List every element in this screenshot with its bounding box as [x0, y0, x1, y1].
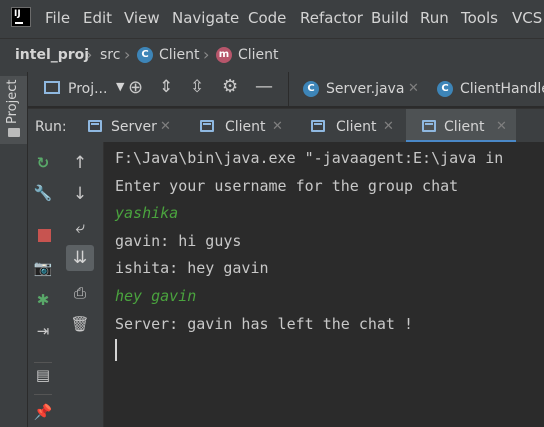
arrow-down-icon[interactable]: ↓ [69, 183, 91, 205]
wrench-icon[interactable]: 🔧 [32, 182, 54, 204]
minimize-icon[interactable]: — [255, 76, 273, 97]
text-caret [115, 339, 117, 361]
trash-icon[interactable]: 🗑 [69, 313, 91, 335]
menu-navigate[interactable]: Navigate [172, 9, 239, 27]
layout-icon[interactable]: ▤ [32, 364, 54, 386]
intellij-logo-icon: IJ [11, 7, 31, 27]
camera-icon[interactable]: 📷 [32, 257, 54, 279]
menu-code[interactable]: Code [248, 9, 286, 27]
logo-text: IJ [14, 9, 21, 19]
run-tab-label: Client [444, 119, 485, 135]
close-icon[interactable]: ✕ [408, 81, 419, 96]
divider [288, 72, 289, 106]
console-icon [422, 120, 436, 132]
chevron-right-icon: › [86, 45, 93, 64]
menu-edit[interactable]: Edit [83, 9, 112, 27]
project-view-icon [44, 81, 60, 94]
editor-tab-clienthandler[interactable]: ClientHandle [460, 81, 544, 97]
folder-icon [8, 128, 20, 137]
stop-icon[interactable] [38, 229, 51, 242]
breadcrumb-class[interactable]: Client [159, 47, 200, 63]
console-output[interactable]: F:\Java\bin\java.exe "-javaagent:E:\java… [104, 142, 544, 427]
console-line: Enter your username for the group chat [115, 177, 459, 195]
locate-target-icon[interactable]: ⊕ [128, 77, 143, 98]
menu-refactor[interactable]: Refactor [300, 9, 363, 27]
close-icon[interactable]: ✕ [160, 119, 171, 134]
run-toolbar-secondary: ↑ ↓ ⤶ ⇊ ⎙ 🗑 [57, 142, 104, 427]
chevron-down-icon[interactable]: ▼ [116, 80, 124, 93]
console-icon [88, 120, 102, 132]
divider [34, 362, 52, 363]
arrow-up-icon[interactable]: ↑ [69, 152, 91, 174]
run-tab-label: Server [111, 119, 157, 135]
run-tab-client-2[interactable]: Client ✕ [301, 109, 411, 143]
console-line: F:\Java\bin\java.exe "-javaagent:E:\java… [115, 149, 504, 167]
java-class-icon: C [303, 81, 319, 97]
run-toolbar-primary: ↻ 🔧 📷 ✱ ⇥ ▤ 📌 [28, 142, 57, 427]
menu-bar: IJ File Edit View Navigate Code Refactor… [0, 0, 544, 38]
menu-file[interactable]: File [45, 9, 70, 27]
console-line: Server: gavin has left the chat ! [115, 315, 414, 333]
project-toolbar: Proj... ▼ ⊕ ⇕ ⇳ ⚙ — C Server.java ✕ C Cl… [28, 72, 544, 106]
run-tab-client-3-active[interactable]: Client ✕ [406, 109, 516, 143]
chevron-right-icon: › [203, 45, 210, 64]
close-icon[interactable]: ✕ [383, 119, 394, 134]
soft-wrap-icon[interactable]: ⤶ [69, 217, 91, 239]
close-icon[interactable]: ✕ [272, 119, 283, 134]
run-tab-server[interactable]: Server ✕ [78, 109, 188, 143]
console-line: ishita: hey gavin [115, 259, 269, 277]
method-icon: m [216, 47, 232, 63]
project-tab-label: Project [5, 79, 20, 124]
run-tab-label: Client [336, 119, 377, 135]
console-icon [311, 120, 325, 132]
chevron-right-icon: › [124, 45, 131, 64]
console-user-input-line: hey gavin [115, 287, 197, 305]
collapse-all-icon[interactable]: ⇳ [190, 77, 204, 97]
menu-vcs[interactable]: VCS [512, 9, 542, 27]
run-tab-label: Client [225, 119, 266, 135]
console-icon [200, 120, 214, 132]
menu-run[interactable]: Run [420, 9, 449, 27]
menu-view[interactable]: View [124, 9, 160, 27]
pin-icon[interactable]: 📌 [32, 401, 54, 423]
editor-tab-server[interactable]: Server.java [326, 81, 404, 97]
breadcrumb-project[interactable]: intel_proj [15, 47, 89, 63]
menu-tools[interactable]: Tools [461, 9, 498, 27]
debug-bug-icon[interactable]: ✱ [32, 289, 54, 311]
console-user-input-line: yashika [115, 204, 179, 222]
menu-build[interactable]: Build [371, 9, 409, 27]
project-view-dropdown[interactable]: Proj... [68, 81, 107, 97]
login-exit-icon[interactable]: ⇥ [32, 320, 54, 342]
project-tool-tab[interactable]: Project [0, 76, 27, 144]
java-class-icon: C [137, 47, 153, 63]
close-icon[interactable]: ✕ [496, 119, 507, 134]
run-tab-client-1[interactable]: Client ✕ [190, 109, 300, 143]
gear-icon[interactable]: ⚙ [222, 76, 238, 97]
breadcrumb-folder[interactable]: src [100, 47, 120, 63]
java-class-icon: C [437, 81, 453, 97]
rerun-icon[interactable]: ↻ [32, 152, 54, 174]
console-line: gavin: hi guys [115, 232, 242, 250]
breadcrumb-method[interactable]: Client [238, 47, 279, 63]
run-label: Run: [35, 119, 67, 135]
navigation-breadcrumb: intel_proj › src › C Client › m Client [0, 38, 544, 73]
divider [34, 394, 52, 395]
expand-all-icon[interactable]: ⇕ [159, 77, 173, 97]
scroll-to-end-icon[interactable]: ⇊ [69, 247, 91, 269]
run-window-header: Run: Server ✕ Client ✕ Client ✕ Client ✕ [28, 108, 544, 143]
print-icon[interactable]: ⎙ [69, 282, 91, 304]
